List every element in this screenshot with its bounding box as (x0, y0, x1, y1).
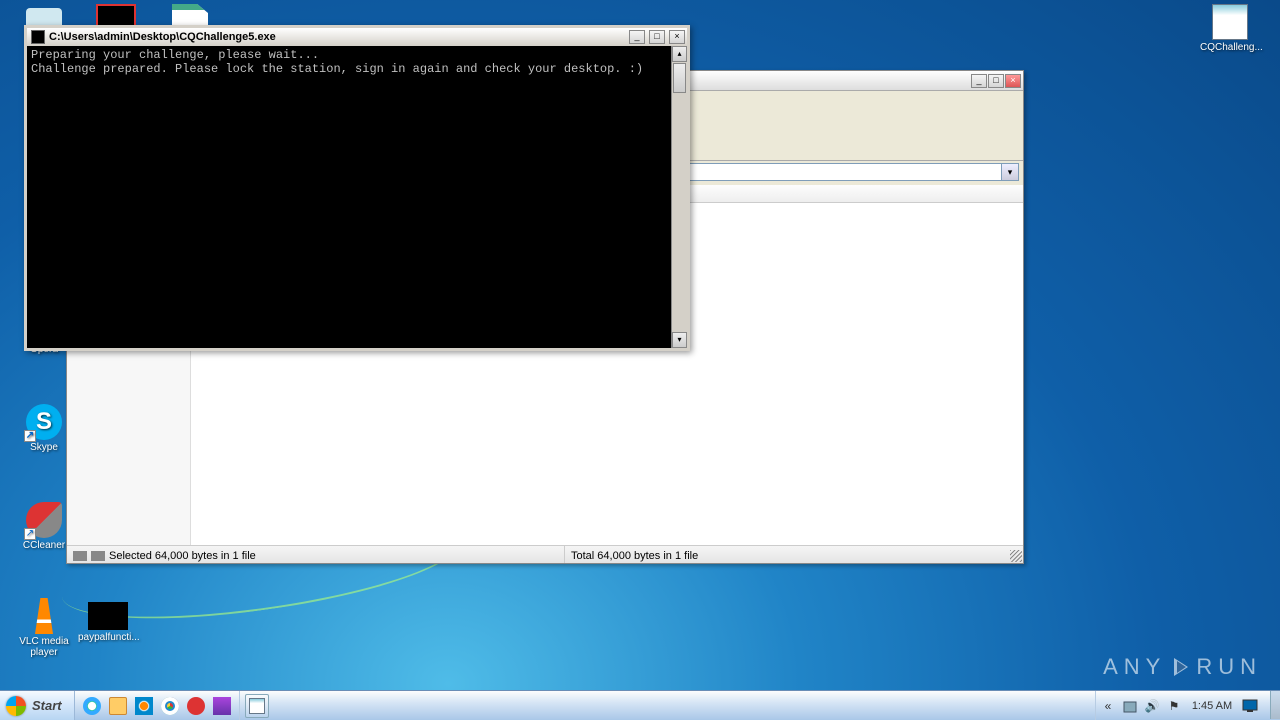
icon-label: Skype (14, 442, 74, 453)
desktop-icon-ccleaner[interactable]: ↗ CCleaner (14, 502, 74, 551)
desktop-icon-cqchallenge[interactable]: CQChalleng... (1200, 4, 1260, 53)
tray-volume-icon[interactable]: 🔊 (1144, 698, 1160, 714)
scrollbar[interactable]: ▴ ▾ (671, 46, 687, 348)
desktop-icon-vlc[interactable]: VLC media player (14, 598, 74, 658)
play-icon (1174, 658, 1188, 676)
shortcut-arrow-icon: ↗ (24, 430, 36, 442)
window-title: C:\Users\admin\Desktop\CQChallenge5.exe (49, 31, 625, 43)
console-icon (31, 30, 45, 44)
winrar-icon (213, 697, 231, 715)
task-cqchallenge[interactable] (245, 694, 269, 718)
app-window-icon (1212, 4, 1248, 40)
scroll-down-button[interactable]: ▾ (672, 332, 687, 348)
opera-icon (187, 697, 205, 715)
console-icon (88, 602, 128, 630)
windows-logo-icon (6, 696, 26, 716)
start-button[interactable]: Start (0, 691, 75, 720)
console-output: Preparing your challenge, please wait...… (27, 46, 671, 348)
status-icon (91, 551, 105, 561)
scroll-up-button[interactable]: ▴ (672, 46, 687, 62)
vlc-icon (26, 598, 62, 634)
close-button[interactable]: × (1005, 74, 1021, 88)
show-desktop-button[interactable] (1270, 691, 1280, 719)
start-label: Start (32, 698, 62, 713)
close-button[interactable]: × (669, 30, 685, 44)
titlebar[interactable]: C:\Users\admin\Desktop\CQChallenge5.exe … (27, 28, 687, 46)
system-tray: « 🔊 ⚑ 1:45 AM (1095, 691, 1266, 720)
ccleaner-icon: ↗ (26, 502, 62, 538)
quicklaunch-winrar[interactable] (210, 694, 234, 718)
watermark-text: RUN (1196, 656, 1262, 678)
desktop-icon-skype[interactable]: ↗ Skype (14, 404, 74, 453)
ie-icon (83, 697, 101, 715)
shortcut-arrow-icon: ↗ (24, 528, 36, 540)
desktop-icon-paypalfuncti[interactable]: paypalfuncti... (78, 598, 138, 643)
media-player-icon (135, 697, 153, 715)
watermark-text: ANY (1103, 656, 1166, 678)
app-window-icon (249, 698, 265, 714)
scroll-thumb[interactable] (673, 63, 686, 93)
folder-icon (109, 697, 127, 715)
tray-monitor-icon[interactable] (1242, 698, 1258, 714)
status-total-text: Total 64,000 bytes in 1 file (571, 550, 698, 562)
icon-label: CQChalleng... (1200, 42, 1260, 53)
icon-label: VLC media player (14, 636, 74, 658)
quicklaunch-explorer[interactable] (106, 694, 130, 718)
icon-label: CCleaner (14, 540, 74, 551)
icon-label: paypalfuncti... (78, 632, 138, 643)
tray-expand-button[interactable]: « (1100, 698, 1116, 714)
minimize-button[interactable]: _ (971, 74, 987, 88)
maximize-button[interactable]: □ (988, 74, 1004, 88)
skype-icon: ↗ (26, 404, 62, 440)
task-buttons (240, 691, 1095, 720)
maximize-button[interactable]: □ (649, 30, 665, 44)
chrome-icon (161, 697, 179, 715)
status-bar: Selected 64,000 bytes in 1 file Total 64… (67, 545, 1023, 563)
taskbar: Start « 🔊 ⚑ 1:45 AM (0, 690, 1280, 720)
anyrun-watermark: ANY RUN (1103, 656, 1262, 678)
tray-flag-icon[interactable]: ⚑ (1166, 698, 1182, 714)
quicklaunch-media-player[interactable] (132, 694, 156, 718)
tray-security-icon[interactable] (1122, 698, 1138, 714)
status-selected-text: Selected 64,000 bytes in 1 file (109, 550, 256, 562)
quicklaunch-ie[interactable] (80, 694, 104, 718)
resize-grip[interactable] (1010, 550, 1022, 562)
console-window[interactable]: C:\Users\admin\Desktop\CQChallenge5.exe … (24, 25, 690, 351)
minimize-button[interactable]: _ (629, 30, 645, 44)
quicklaunch-opera[interactable] (184, 694, 208, 718)
quick-launch (75, 691, 240, 720)
status-icon (73, 551, 87, 561)
quicklaunch-chrome[interactable] (158, 694, 182, 718)
tray-clock[interactable]: 1:45 AM (1188, 700, 1236, 712)
